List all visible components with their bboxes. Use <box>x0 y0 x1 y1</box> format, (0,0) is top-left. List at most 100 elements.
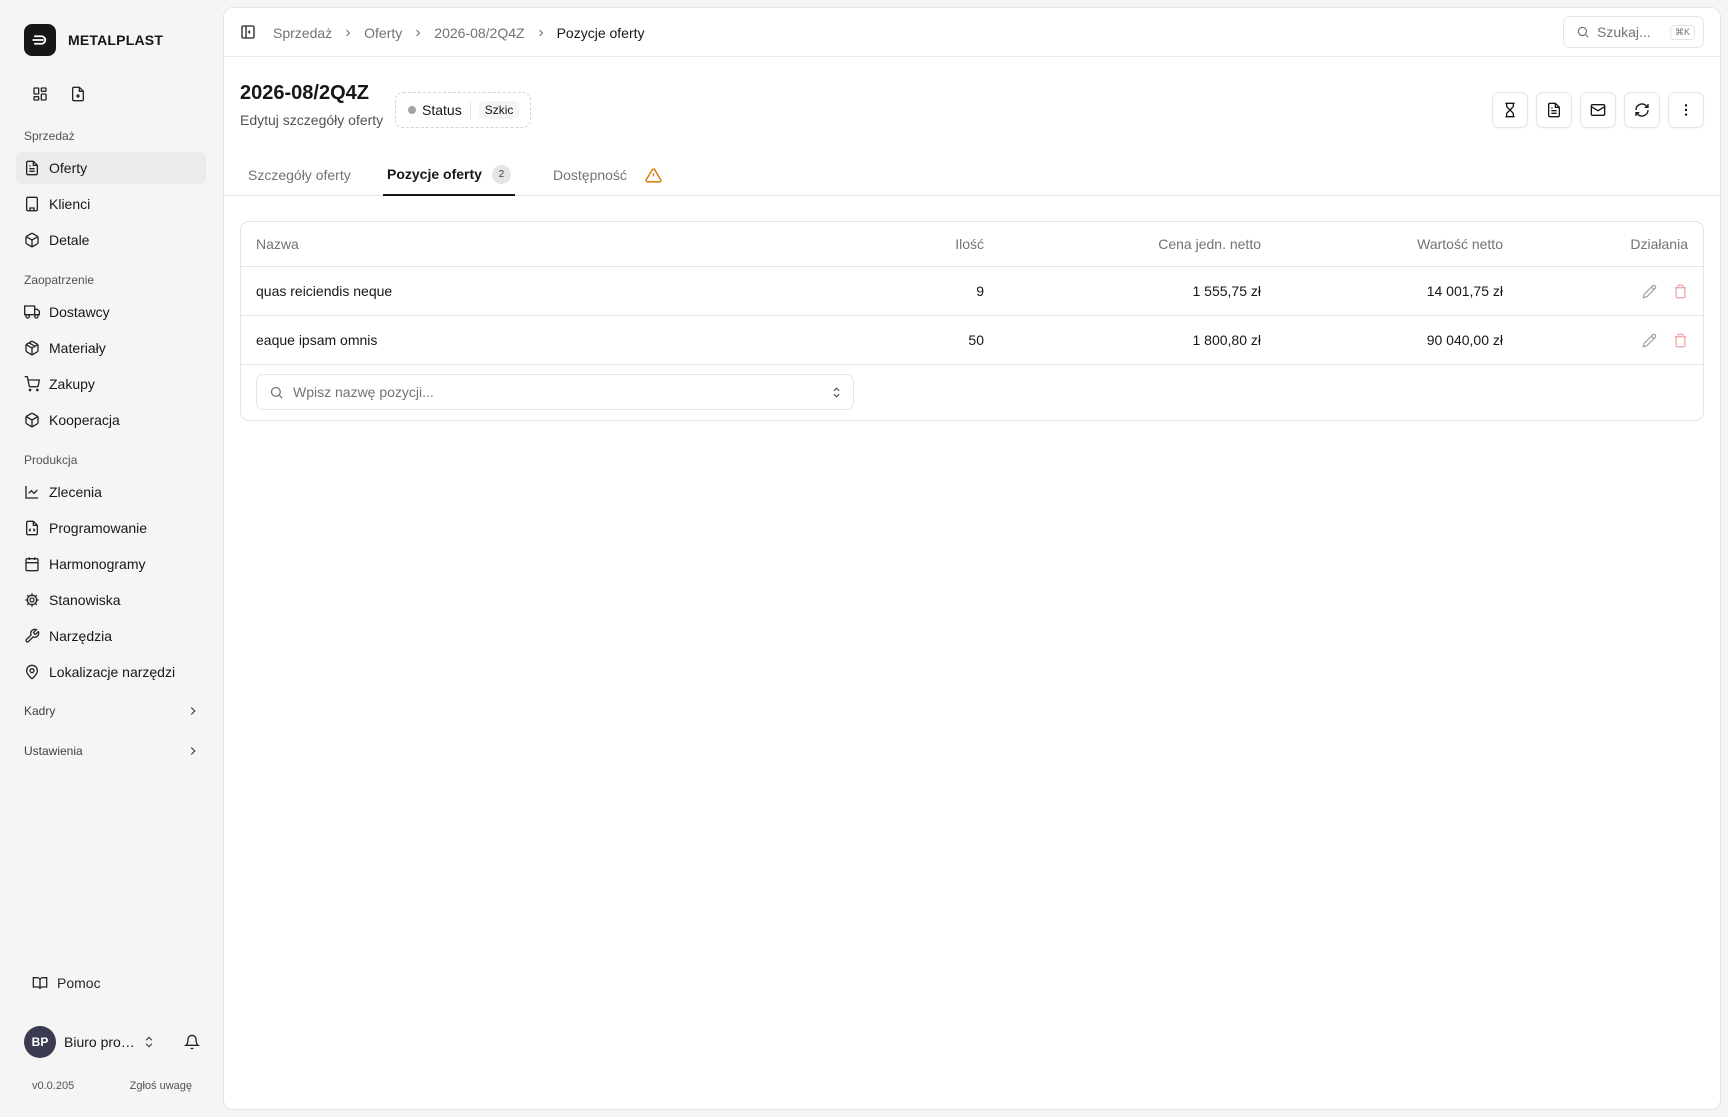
sidebar-item-detale[interactable]: Detale <box>16 224 206 256</box>
chevrons-up-down-icon[interactable] <box>830 386 843 399</box>
cell-qty: 50 <box>968 332 984 348</box>
sidebar-item-klienci[interactable]: Klienci <box>16 188 206 220</box>
dashboard-icon[interactable] <box>28 82 52 106</box>
feedback-link[interactable]: Zgłoś uwagę <box>130 1080 192 1092</box>
status-dot-icon <box>408 106 416 114</box>
sidebar-item-label: Dostawcy <box>49 304 110 320</box>
file-code-icon <box>26 520 38 536</box>
wrench-icon <box>25 628 40 643</box>
status-filter-button[interactable]: Status Szkic <box>395 92 531 128</box>
nav-section-procurement: Zaopatrzenie <box>24 273 95 287</box>
status-divider <box>469 101 471 119</box>
file-text-icon <box>26 160 38 176</box>
quick-actions <box>28 82 90 106</box>
sidebar-item-harmonogramy[interactable]: Harmonogramy <box>16 548 206 580</box>
more-button[interactable] <box>1668 92 1704 128</box>
sidebar-item-label: Materiały <box>49 340 106 356</box>
sidebar-item-dostawcy[interactable]: Dostawcy <box>16 296 206 328</box>
sidebar-toggle-icon[interactable] <box>240 24 256 40</box>
cell-qty: 9 <box>976 283 984 299</box>
sidebar-item-label: Programowanie <box>49 520 148 536</box>
trash-icon[interactable] <box>1673 284 1688 299</box>
sidebar-item-zakupy[interactable]: Zakupy <box>16 368 206 400</box>
sidebar-item-label: Detale <box>49 232 90 248</box>
timer-button[interactable] <box>1492 92 1528 128</box>
breadcrumb: Sprzedaż Oferty 2026-08/2Q4Z Pozycje ofe… <box>273 25 645 41</box>
add-item-input[interactable] <box>293 384 821 400</box>
bell-icon[interactable] <box>184 1034 200 1050</box>
edit-icon[interactable] <box>1642 284 1657 299</box>
avatar: BP <box>24 1026 56 1058</box>
sidebar-group-kadry[interactable]: Kadry <box>24 704 200 718</box>
search-placeholder: Szukaj... <box>1597 24 1651 40</box>
tab-szczegoly-oferty[interactable]: Szczegóły oferty <box>248 154 351 196</box>
cube-icon <box>25 412 39 428</box>
tab-dostepnosc[interactable]: Dostępność <box>553 154 662 196</box>
sidebar-item-lokalizacje-narzedzi[interactable]: Lokalizacje narzędzi <box>16 656 206 688</box>
sidebar-item-materialy[interactable]: Materiały <box>16 332 206 364</box>
tab-label: Pozycje oferty <box>387 166 482 182</box>
sidebar-item-kooperacja[interactable]: Kooperacja <box>16 404 206 436</box>
pdf-button[interactable] <box>1536 92 1572 128</box>
calendar-icon <box>25 557 39 572</box>
sidebar-item-label: Harmonogramy <box>49 556 146 572</box>
cell-value: 90 040,00 zł <box>1426 332 1503 348</box>
search-icon <box>1577 26 1589 38</box>
sidebar-item-zlecenia[interactable]: Zlecenia <box>16 476 206 508</box>
email-button[interactable] <box>1580 92 1616 128</box>
tab-pozycje-oferty[interactable]: Pozycje oferty 2 <box>383 154 515 196</box>
new-document-icon[interactable] <box>66 82 90 106</box>
table-row[interactable]: eaque ipsam omnis 50 1 800,80 zł 90 040,… <box>241 316 1703 365</box>
sidebar-group-ustawienia[interactable]: Ustawienia <box>24 744 200 758</box>
sidebar: METALPLAST Sprzedaż Oferty Klienci Detal… <box>0 0 222 1117</box>
cell-value: 14 001,75 zł <box>1426 283 1503 299</box>
chart-icon <box>25 486 38 499</box>
cell-unit-price: 1 800,80 zł <box>1192 332 1262 348</box>
search-icon <box>270 386 283 399</box>
add-item-combobox[interactable] <box>256 374 854 410</box>
refresh-icon <box>1635 103 1649 117</box>
refresh-button[interactable] <box>1624 92 1660 128</box>
cart-icon <box>24 376 40 392</box>
row-actions <box>1642 316 1688 364</box>
offer-items-table: Nazwa Ilość Cena jedn. netto Wartość net… <box>240 221 1704 421</box>
topbar: Sprzedaż Oferty 2026-08/2Q4Z Pozycje ofe… <box>224 8 1720 57</box>
col-header-value: Wartość netto <box>1417 236 1503 252</box>
brand[interactable]: METALPLAST <box>24 24 163 56</box>
sidebar-item-programowanie[interactable]: Programowanie <box>16 512 206 544</box>
nav-section-production: Produkcja <box>24 453 78 467</box>
chevron-right-icon <box>346 29 351 37</box>
offer-tabs: Szczegóły oferty Pozycje oferty 2 Dostęp… <box>224 154 1720 196</box>
help-link[interactable]: Pomoc <box>32 975 101 991</box>
map-pin-icon <box>25 664 39 680</box>
sidebar-item-label: Stanowiska <box>49 592 121 608</box>
file-text-icon <box>1548 102 1560 118</box>
cell-unit-price: 1 555,75 zł <box>1192 283 1262 299</box>
edit-icon[interactable] <box>1642 333 1657 348</box>
sidebar-item-label: Narzędzia <box>49 628 113 644</box>
book-icon <box>32 977 48 990</box>
version-label: v0.0.205 <box>32 1080 75 1092</box>
breadcrumb-item-oferty[interactable]: Oferty <box>364 25 402 41</box>
page-subtitle: Edytuj szczegóły oferty <box>240 112 384 128</box>
breadcrumb-item-offer-number[interactable]: 2026-08/2Q4Z <box>434 25 524 41</box>
help-label: Pomoc <box>57 975 101 991</box>
trash-icon[interactable] <box>1673 333 1688 348</box>
sidebar-footer: v0.0.205 Zgłoś uwagę <box>32 1080 192 1092</box>
col-header-unit-price: Cena jedn. netto <box>1158 236 1261 252</box>
sidebar-item-label: Zakupy <box>49 376 95 392</box>
sidebar-item-narzedzia[interactable]: Narzędzia <box>16 620 206 652</box>
global-search[interactable]: Szukaj... ⌘K <box>1563 16 1704 48</box>
brand-name: METALPLAST <box>68 32 164 48</box>
more-vertical-icon <box>1684 104 1688 116</box>
sidebar-item-stanowiska[interactable]: Stanowiska <box>16 584 206 616</box>
col-header-actions: Działania <box>1630 236 1688 252</box>
page-title: 2026-08/2Q4Z <box>240 82 369 104</box>
sidebar-item-oferty[interactable]: Oferty <box>16 152 206 184</box>
tab-label: Dostępność <box>553 167 627 183</box>
user-menu[interactable]: BP Biuro pro… <box>24 1026 200 1058</box>
breadcrumb-item-sprzedaz[interactable]: Sprzedaż <box>273 25 332 41</box>
truck-icon <box>24 305 40 319</box>
status-label: Status <box>422 102 462 118</box>
table-row[interactable]: quas reiciendis neque 9 1 555,75 zł 14 0… <box>241 267 1703 316</box>
